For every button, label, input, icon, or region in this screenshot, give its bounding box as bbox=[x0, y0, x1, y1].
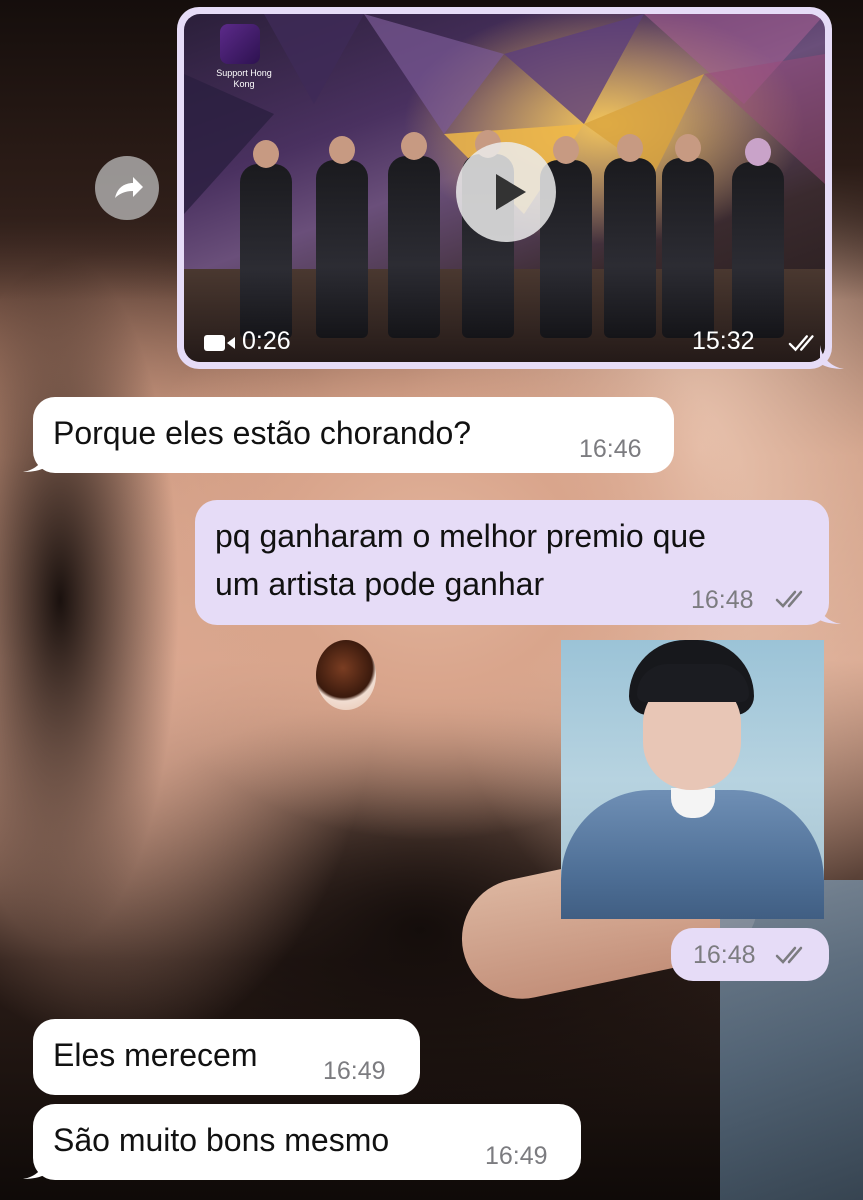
mama-awards-logo bbox=[220, 24, 260, 64]
video-duration: 0:26 bbox=[242, 327, 291, 355]
stage-member bbox=[240, 140, 292, 339]
video-thumbnail[interactable]: Support Hong Kong 0:26 15:32 bbox=[184, 14, 825, 362]
bubble-tail bbox=[23, 1155, 47, 1179]
message-time: 16:48 bbox=[693, 941, 756, 969]
message-text: Eles merecem bbox=[53, 1037, 258, 1073]
video-camera-icon bbox=[204, 335, 235, 351]
photo-fringe bbox=[637, 664, 749, 702]
stage-member bbox=[388, 132, 440, 338]
message-text: Porque eles estão chorando? bbox=[53, 415, 472, 451]
message-text-line: um artista pode ganhar bbox=[215, 566, 545, 602]
wallpaper-eye bbox=[316, 640, 376, 710]
bubble-tail bbox=[820, 345, 844, 369]
photo-message[interactable] bbox=[561, 640, 824, 919]
forward-icon bbox=[115, 177, 143, 198]
forward-button[interactable] bbox=[95, 156, 159, 220]
stage-member bbox=[732, 138, 784, 338]
read-receipt-icon bbox=[775, 946, 803, 964]
read-receipt-icon bbox=[775, 590, 803, 608]
incoming-message[interactable]: Porque eles estão chorando? 16:46 bbox=[33, 397, 674, 473]
bubble-tail bbox=[23, 448, 47, 472]
stage-member bbox=[316, 136, 368, 338]
message-time: 16:48 bbox=[691, 586, 754, 614]
message-time: 15:32 bbox=[692, 327, 755, 355]
stage-member bbox=[662, 134, 714, 338]
logo-caption: Support Hong Kong bbox=[216, 68, 272, 89]
message-time: 16:49 bbox=[323, 1057, 386, 1085]
stage-member bbox=[604, 134, 656, 338]
outgoing-message[interactable]: pq ganharam o melhor premio que um artis… bbox=[195, 500, 829, 625]
photo-timestamp-bubble: 16:48 bbox=[671, 928, 829, 981]
incoming-message[interactable]: São muito bons mesmo 16:49 bbox=[33, 1104, 581, 1180]
message-text: São muito bons mesmo bbox=[53, 1122, 390, 1158]
wallpaper-hair-left bbox=[0, 250, 180, 950]
read-receipt-icon bbox=[788, 335, 814, 352]
message-time: 16:49 bbox=[485, 1142, 548, 1170]
message-text-line: pq ganharam o melhor premio que bbox=[215, 518, 706, 554]
bubble-tail bbox=[817, 600, 841, 624]
play-button[interactable] bbox=[456, 142, 556, 242]
incoming-message[interactable]: Eles merecem 16:49 bbox=[33, 1019, 420, 1095]
play-icon bbox=[496, 174, 526, 210]
message-time: 16:46 bbox=[579, 435, 642, 463]
video-message[interactable]: Support Hong Kong 0:26 15:32 bbox=[177, 7, 832, 369]
